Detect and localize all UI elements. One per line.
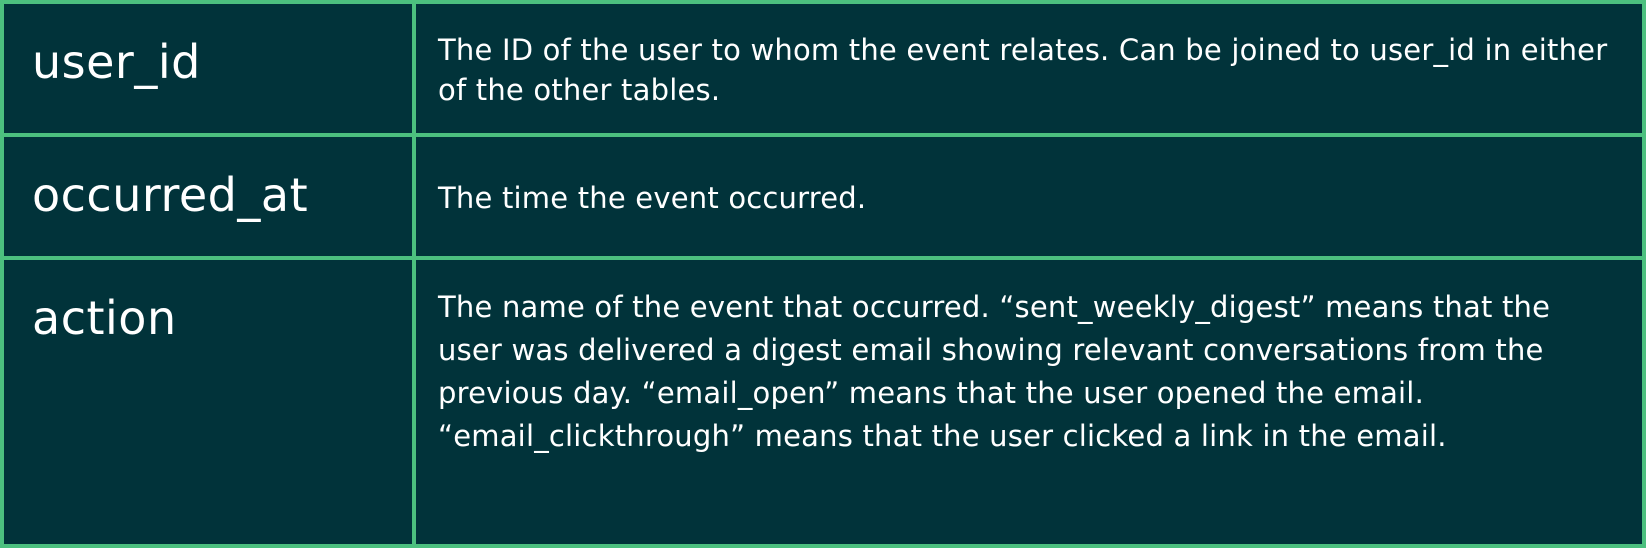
field-name: occurred_at: [32, 168, 309, 222]
table-row: user_id The ID of the user to whom the e…: [4, 4, 1642, 137]
table-row: occurred_at The time the event occurred.: [4, 137, 1642, 260]
field-name: action: [32, 291, 177, 345]
table-row: action The name of the event that occurr…: [4, 260, 1642, 544]
field-definitions-table: user_id The ID of the user to whom the e…: [0, 0, 1646, 548]
column-divider: [412, 4, 416, 544]
field-name: user_id: [32, 35, 201, 89]
field-description: The ID of the user to whom the event rel…: [438, 33, 1608, 107]
field-description: The time the event occurred.: [438, 181, 867, 215]
field-description: The name of the event that occurred. “se…: [438, 290, 1551, 453]
